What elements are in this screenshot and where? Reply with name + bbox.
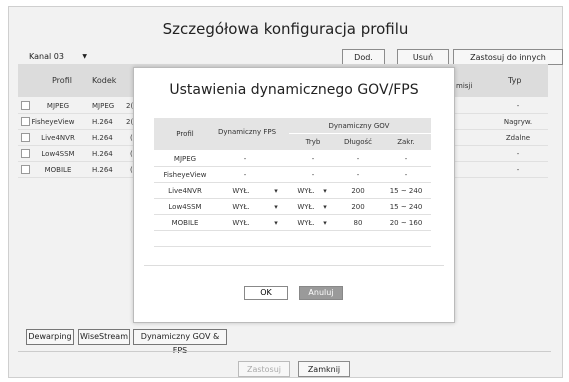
row-range: 20 ~ 160 — [389, 219, 423, 227]
row-codec: MJPEG — [92, 102, 115, 110]
footer-divider — [18, 351, 551, 352]
row-range: - — [404, 155, 408, 163]
col-dyn-gov: Dynamiczny GOV — [328, 122, 390, 130]
row-type: - — [516, 166, 520, 174]
dialog-title: Ustawienia dynamicznego GOV/FPS — [169, 82, 419, 98]
row-length: - — [356, 155, 360, 163]
table-row: MOBILE WYŁ. ▾ WYŁ. ▾ 80 20 ~ 160 — [154, 215, 431, 231]
col-partial: misji — [456, 82, 473, 90]
row-codec: H.264 — [92, 134, 113, 142]
row-checkbox[interactable] — [21, 133, 30, 142]
row-mode: - — [311, 171, 315, 179]
chevron-down-icon[interactable]: ▾ — [320, 187, 330, 195]
row-checkbox[interactable] — [21, 149, 30, 158]
row-fps-select[interactable]: WYŁ. — [216, 187, 266, 195]
dialog-table-header: Profil Dynamiczny FPS Dynamiczny GOV Try… — [154, 118, 431, 150]
chevron-down-icon[interactable]: ▾ — [271, 187, 281, 195]
row-profile: MOBILE — [44, 166, 72, 174]
dynamic-gov-fps-button[interactable]: Dynamiczny GOV & FPS — [133, 329, 227, 355]
dialog-divider — [144, 265, 444, 266]
row-profile: FisheyeView — [31, 118, 75, 126]
table-row: Live4NVR WYŁ. ▾ WYŁ. ▾ 200 15 ~ 240 — [154, 183, 431, 199]
col-type: Typ — [508, 76, 522, 85]
row-mode: - — [311, 155, 315, 163]
col-codec: Kodek — [92, 76, 117, 85]
row-codec: H.264 — [92, 150, 113, 158]
row-length-input[interactable]: 200 — [334, 203, 382, 211]
col-length: Długość — [343, 138, 373, 146]
row-type: Zdalne — [505, 134, 531, 142]
col-dyn-fps: Dynamiczny FPS — [217, 128, 277, 136]
row-checkbox[interactable] — [21, 165, 30, 174]
row-fps-select[interactable]: WYŁ. — [216, 203, 266, 211]
row-type: Nagryw. — [503, 118, 533, 126]
chevron-down-icon[interactable]: ▾ — [271, 203, 281, 211]
row-fps: - — [243, 171, 247, 179]
row-profile: Low4SSM — [41, 150, 75, 158]
cancel-button[interactable]: Anuluj — [299, 286, 343, 300]
close-button[interactable]: Zamknij — [298, 361, 350, 377]
row-range: 15 ~ 240 — [389, 203, 423, 211]
row-profile: MJPEG — [46, 102, 70, 110]
table-row: FisheyeView - - - - — [154, 167, 431, 183]
row-profile: Live4NVR — [168, 187, 202, 195]
dewarping-button[interactable]: Dewarping — [26, 329, 74, 345]
table-row: MJPEG - - - - — [154, 151, 431, 167]
row-profile: Low4SSM — [168, 203, 202, 211]
dynamic-gov-fps-dialog: Ustawienia dynamicznego GOV/FPS Profil D… — [133, 67, 455, 323]
chevron-down-icon[interactable]: ▾ — [320, 203, 330, 211]
row-codec: H.264 — [92, 118, 113, 126]
row-checkbox[interactable] — [21, 101, 30, 110]
row-length-input[interactable]: 200 — [334, 187, 382, 195]
chevron-down-icon: ▼ — [82, 53, 87, 60]
add-button[interactable]: Dod. — [342, 49, 385, 65]
row-length: - — [356, 171, 360, 179]
ok-button[interactable]: OK — [244, 286, 288, 300]
table-bottom-line — [154, 246, 431, 247]
remove-button[interactable]: Usuń — [397, 49, 449, 65]
row-fps-select[interactable]: WYŁ. — [216, 219, 266, 227]
apply-button[interactable]: Zastosuj — [238, 361, 290, 377]
row-length-input[interactable]: 80 — [334, 219, 382, 227]
col-range: Zakr. — [397, 138, 415, 146]
col-profile: Profil — [52, 76, 72, 85]
row-profile: MJPEG — [173, 155, 197, 163]
row-profile: FisheyeView — [163, 171, 207, 179]
row-type: - — [516, 102, 520, 110]
chevron-down-icon[interactable]: ▾ — [320, 219, 330, 227]
row-range: 15 ~ 240 — [389, 187, 423, 195]
row-profile: Live4NVR — [41, 134, 75, 142]
col-mode: Tryb — [305, 138, 321, 146]
table-row: Low4SSM WYŁ. ▾ WYŁ. ▾ 200 15 ~ 240 — [154, 199, 431, 215]
row-codec: H.264 — [92, 166, 113, 174]
channel-select[interactable]: Kanal 03 ▼ — [29, 49, 91, 65]
col-profile: Profil — [176, 130, 194, 138]
chevron-down-icon[interactable]: ▾ — [271, 219, 281, 227]
window-title: Szczegółowa konfiguracja profilu — [162, 20, 409, 38]
row-fps: - — [243, 155, 247, 163]
wisestream-button[interactable]: WiseStream — [78, 329, 130, 345]
row-type: - — [516, 150, 520, 158]
row-profile: MOBILE — [171, 219, 199, 227]
apply-other-channels-button[interactable]: Zastosuj do innych kanałów — [453, 49, 563, 77]
row-range: - — [404, 171, 408, 179]
channel-select-value: Kanal 03 — [29, 52, 64, 61]
